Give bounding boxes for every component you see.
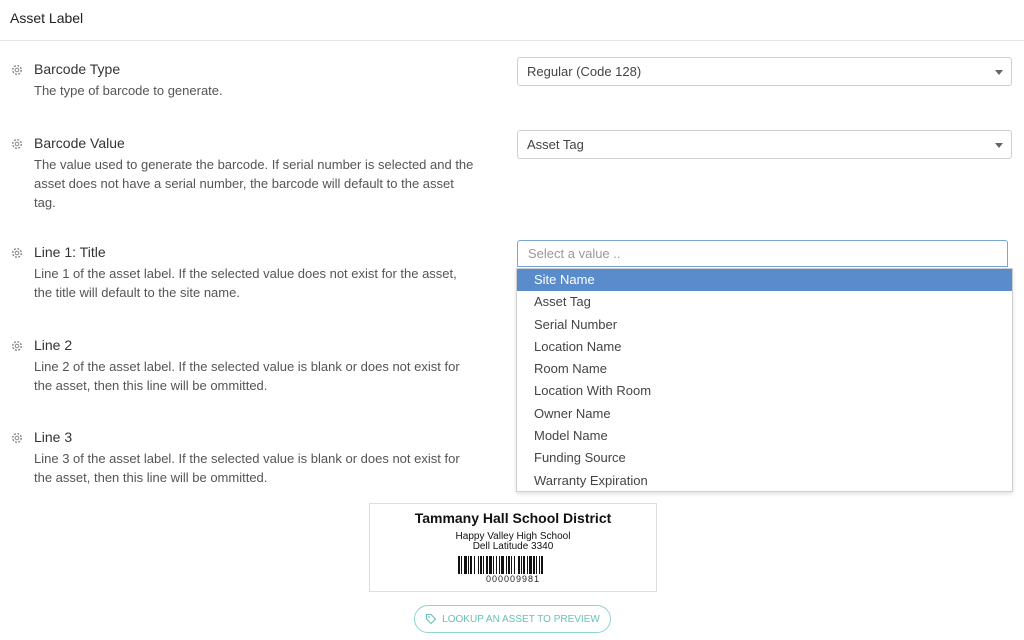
line-1-options-dropdown: Site Name Asset Tag Serial Number Locati…: [516, 268, 1013, 492]
option-owner-name[interactable]: Owner Name: [517, 403, 1012, 425]
option-serial-number[interactable]: Serial Number: [517, 314, 1012, 336]
setting-title: Line 2: [34, 337, 73, 353]
option-location-name[interactable]: Location Name: [517, 336, 1012, 358]
gear-icon: [11, 340, 23, 352]
preview-barcode-number: 000009981: [485, 574, 541, 584]
setting-description: Line 1 of the asset label. If the select…: [34, 266, 457, 300]
option-location-with-room[interactable]: Location With Room: [517, 380, 1012, 402]
setting-description: Line 3 of the asset label. If the select…: [34, 451, 460, 485]
select-value: Asset Tag: [527, 137, 584, 152]
gear-icon: [11, 64, 23, 76]
setting-description: The value used to generate the barcode. …: [34, 157, 474, 210]
setting-title: Barcode Type: [34, 61, 121, 77]
setting-description: Line 2 of the asset label. If the select…: [34, 359, 460, 393]
select-value: Regular (Code 128): [527, 64, 642, 79]
barcode-value-select[interactable]: Asset Tag: [517, 130, 1012, 159]
setting-title: Line 3: [34, 429, 73, 445]
chevron-down-icon: [995, 70, 1003, 75]
gear-icon: [11, 138, 23, 150]
option-funding-source[interactable]: Funding Source: [517, 447, 1012, 469]
preview-title: Tammany Hall School District: [414, 510, 612, 526]
setting-title: Barcode Value: [34, 135, 125, 151]
page-title: Asset Label: [10, 10, 84, 26]
chevron-down-icon: [995, 143, 1003, 148]
setting-title: Line 1: Title: [34, 244, 106, 260]
tag-icon: [426, 613, 437, 625]
gear-icon: [11, 432, 23, 444]
option-model-name[interactable]: Model Name: [517, 425, 1012, 447]
option-warranty-expiration[interactable]: Warranty Expiration: [517, 470, 1012, 492]
barcode-type-select[interactable]: Regular (Code 128): [517, 57, 1012, 86]
lookup-asset-button[interactable]: LOOKUP AN ASSET TO PREVIEW: [414, 605, 611, 633]
preview-line-3: Dell Latitude 3340: [472, 541, 554, 552]
option-site-name[interactable]: Site Name: [517, 269, 1012, 292]
header: Asset Label: [0, 0, 1024, 41]
line-1-search-input[interactable]: [517, 240, 1008, 267]
barcode-image: [458, 556, 543, 574]
setting-description: The type of barcode to generate.: [34, 83, 223, 98]
gear-icon: [11, 247, 23, 259]
option-asset-tag[interactable]: Asset Tag: [517, 291, 1012, 313]
option-room-name[interactable]: Room Name: [517, 358, 1012, 380]
lookup-button-label: LOOKUP AN ASSET TO PREVIEW: [442, 613, 600, 625]
label-preview: Tammany Hall School District Happy Valle…: [369, 503, 657, 592]
